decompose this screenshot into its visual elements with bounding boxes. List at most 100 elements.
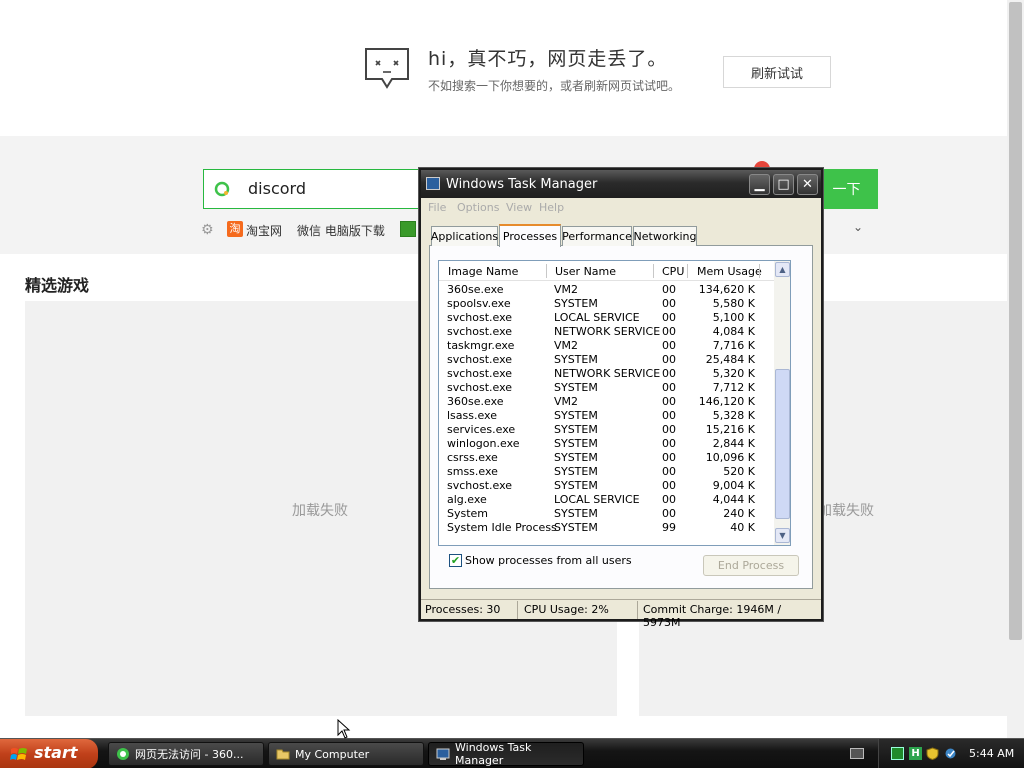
process-list[interactable]: Image Name User Name CPU Mem Usage 360se… [438, 260, 791, 546]
qr-code-icon[interactable] [400, 221, 416, 237]
process-cpu: 00 [662, 353, 676, 366]
keyboard-icon[interactable] [850, 748, 864, 759]
table-row[interactable]: 360se.exe VM2 00 134,620 K [439, 283, 774, 297]
end-process-button[interactable]: End Process [703, 555, 799, 576]
quick-link-taobao[interactable]: 淘宝网 [246, 222, 282, 239]
tab-strip: Applications Processes Performance Netwo… [421, 224, 821, 247]
show-all-users-checkbox[interactable]: ✔ [449, 554, 462, 567]
quick-link-wechat[interactable]: 微信 电脑版下载 [297, 222, 385, 239]
process-cpu: 00 [662, 381, 676, 394]
table-row[interactable]: svchost.exe NETWORK SERVICE 00 4,084 K [439, 325, 774, 339]
table-row[interactable]: System SYSTEM 00 240 K [439, 507, 774, 521]
list-scrollbar-thumb[interactable] [775, 369, 790, 519]
process-image-name: smss.exe [447, 465, 498, 478]
process-mem-usage: 7,716 K [712, 339, 755, 352]
search-input[interactable] [203, 169, 425, 209]
menu-options[interactable]: Options [457, 201, 499, 214]
process-image-name: svchost.exe [447, 353, 513, 366]
table-row[interactable]: taskmgr.exe VM2 00 7,716 K [439, 339, 774, 353]
column-divider[interactable] [759, 264, 760, 278]
security-shield-icon[interactable] [926, 747, 939, 760]
column-cpu[interactable]: CPU [662, 265, 684, 278]
chevron-down-icon[interactable]: ⌄ [853, 220, 863, 234]
process-image-name: winlogon.exe [447, 437, 520, 450]
taskbar-item-task-manager[interactable]: Windows Task Manager [428, 741, 584, 767]
process-cpu: 00 [662, 479, 676, 492]
process-mem-usage: 7,712 K [712, 381, 755, 394]
table-row[interactable]: 360se.exe VM2 00 146,120 K [439, 395, 774, 409]
show-all-users-label[interactable]: Show processes from all users [465, 554, 632, 567]
tab-applications[interactable]: Applications [431, 226, 498, 246]
table-row[interactable]: spoolsv.exe SYSTEM 00 5,580 K [439, 297, 774, 311]
table-row[interactable]: svchost.exe SYSTEM 00 7,712 K [439, 381, 774, 395]
scroll-up-icon[interactable]: ▲ [775, 262, 790, 277]
process-mem-usage: 40 K [730, 521, 755, 534]
process-cpu: 00 [662, 437, 676, 450]
refresh-button[interactable]: 刷新试试 [723, 56, 831, 88]
column-divider[interactable] [687, 264, 688, 278]
status-divider [637, 601, 638, 619]
sad-page-icon [365, 48, 409, 89]
tab-networking[interactable]: Networking [633, 226, 697, 246]
process-user-name: VM2 [554, 339, 579, 352]
page-scrollbar-thumb[interactable] [1009, 2, 1022, 640]
update-icon[interactable] [944, 747, 957, 760]
close-button[interactable]: ✕ [797, 174, 818, 195]
task-manager-icon [436, 748, 450, 760]
table-row[interactable]: svchost.exe LOCAL SERVICE 00 5,100 K [439, 311, 774, 325]
maximize-button[interactable]: □ [773, 174, 794, 195]
tab-processes[interactable]: Processes [499, 224, 561, 247]
clock[interactable]: 5:44 AM [969, 747, 1014, 760]
taskbar-item-label: 网页无法访问 - 360... [135, 748, 244, 761]
process-image-name: System Idle Process [447, 521, 557, 534]
table-row[interactable]: csrss.exe SYSTEM 00 10,096 K [439, 451, 774, 465]
process-user-name: SYSTEM [554, 521, 598, 534]
minimize-button[interactable]: ▁ [749, 174, 770, 195]
process-mem-usage: 4,044 K [712, 493, 755, 506]
list-header: Image Name User Name CPU Mem Usage [439, 261, 774, 281]
tab-performance[interactable]: Performance [562, 226, 632, 246]
column-divider[interactable] [546, 264, 547, 278]
table-row[interactable]: lsass.exe SYSTEM 00 5,328 K [439, 409, 774, 423]
table-row[interactable]: services.exe SYSTEM 00 15,216 K [439, 423, 774, 437]
desktop: hi，真不巧，网页走丢了。 不如搜索一下你想要的，或者刷新网页试试吧。 刷新试试… [0, 0, 1024, 768]
process-image-name: csrss.exe [447, 451, 498, 464]
process-mem-usage: 5,580 K [712, 297, 755, 310]
table-row[interactable]: svchost.exe SYSTEM 00 25,484 K [439, 353, 774, 367]
menu-help[interactable]: Help [539, 201, 564, 214]
process-mem-usage: 15,216 K [705, 423, 755, 436]
gear-icon[interactable]: ⚙ [201, 222, 214, 238]
title-bar[interactable]: Windows Task Manager ▁ □ ✕ [421, 170, 821, 198]
table-row[interactable]: alg.exe LOCAL SERVICE 00 4,044 K [439, 493, 774, 507]
column-divider[interactable] [653, 264, 654, 278]
column-mem-usage[interactable]: Mem Usage [697, 265, 762, 278]
process-user-name: NETWORK SERVICE [554, 325, 661, 338]
process-image-name: alg.exe [447, 493, 487, 506]
process-cpu: 00 [662, 451, 676, 464]
list-scrollbar[interactable]: ▲ ▼ [774, 261, 790, 545]
network-icon[interactable] [891, 747, 904, 760]
process-image-name: services.exe [447, 423, 516, 436]
menu-view[interactable]: View [506, 201, 532, 214]
table-row[interactable]: winlogon.exe SYSTEM 00 2,844 K [439, 437, 774, 451]
column-user-name[interactable]: User Name [555, 265, 616, 278]
taskbar-item-360browser[interactable]: 网页无法访问 - 360... [108, 742, 264, 766]
column-image-name[interactable]: Image Name [448, 265, 518, 278]
process-mem-usage: 2,844 K [712, 437, 755, 450]
taskbar-item-my-computer[interactable]: My Computer [268, 742, 424, 766]
scroll-down-icon[interactable]: ▼ [775, 528, 790, 543]
tray-h-icon[interactable]: H [909, 747, 922, 760]
process-mem-usage: 520 K [723, 465, 755, 478]
table-row[interactable]: svchost.exe SYSTEM 00 9,004 K [439, 479, 774, 493]
start-button[interactable]: start [0, 739, 98, 768]
process-user-name: SYSTEM [554, 353, 598, 366]
search-button[interactable]: 一下 [815, 169, 878, 209]
process-user-name: SYSTEM [554, 437, 598, 450]
table-row[interactable]: smss.exe SYSTEM 00 520 K [439, 465, 774, 479]
table-row[interactable]: svchost.exe NETWORK SERVICE 00 5,320 K [439, 367, 774, 381]
search-input-value: discord [248, 179, 306, 198]
360-search-logo-icon [214, 181, 230, 197]
process-cpu: 00 [662, 465, 676, 478]
menu-file[interactable]: File [428, 201, 446, 214]
table-row[interactable]: System Idle Process SYSTEM 99 40 K [439, 521, 774, 535]
